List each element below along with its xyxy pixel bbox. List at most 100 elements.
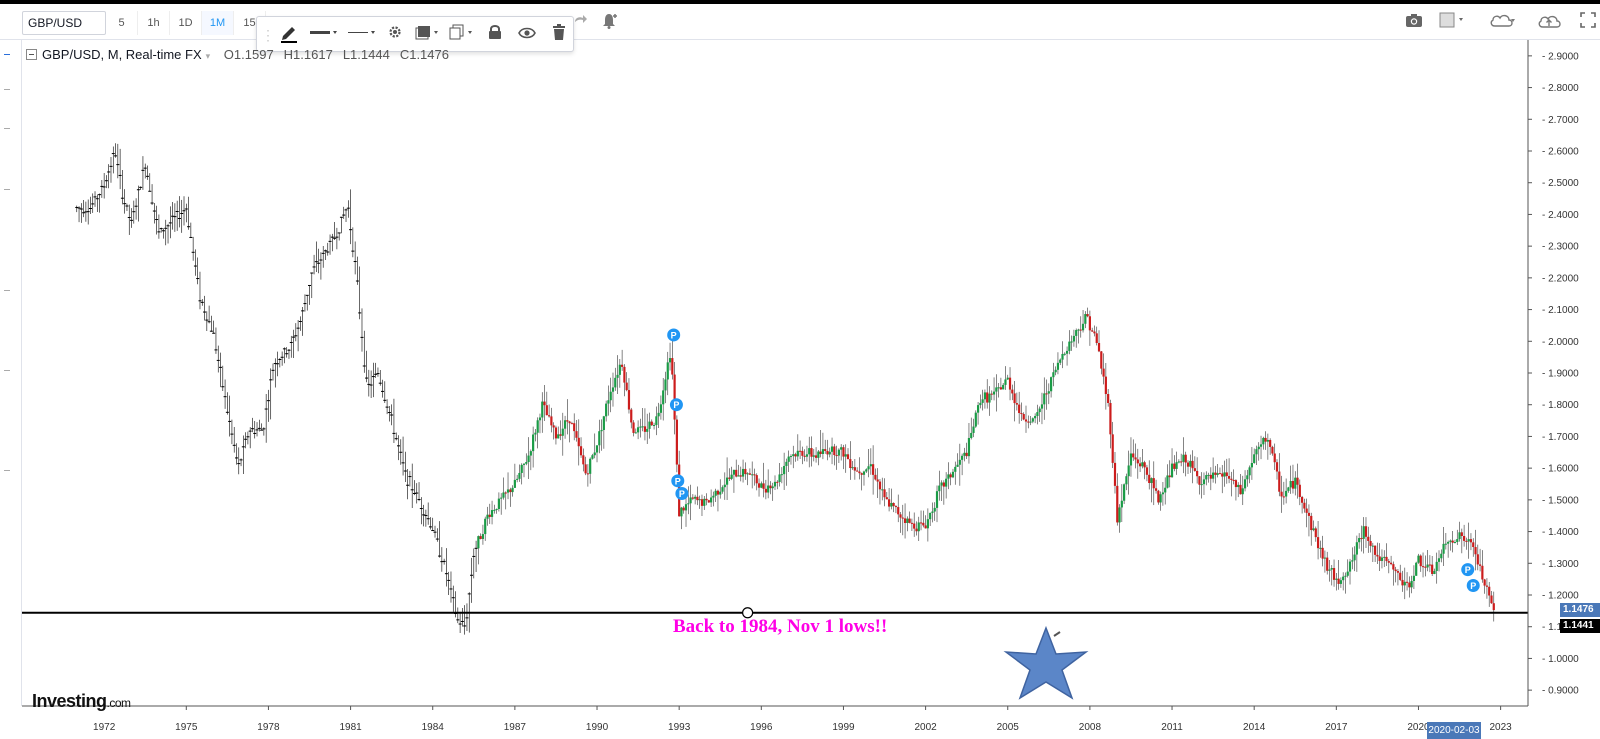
candle-body bbox=[1394, 569, 1397, 572]
candle-body bbox=[1079, 329, 1082, 331]
star-sticker-icon[interactable] bbox=[1000, 622, 1092, 704]
event-marker-icon[interactable]: P bbox=[667, 328, 681, 342]
eye-icon[interactable] bbox=[513, 23, 541, 47]
event-marker-icon[interactable]: P bbox=[669, 398, 683, 412]
candle-body bbox=[1360, 538, 1363, 540]
candle-body bbox=[764, 488, 767, 493]
candle-body bbox=[899, 514, 902, 518]
candle-body bbox=[869, 464, 872, 467]
candle-body bbox=[970, 432, 973, 438]
event-marker-icon[interactable]: P bbox=[675, 487, 689, 501]
pencil-icon[interactable] bbox=[275, 23, 303, 47]
candle-body bbox=[1138, 463, 1142, 467]
candle-body bbox=[664, 379, 667, 391]
candle-body bbox=[972, 426, 975, 433]
drag-handle-icon[interactable]: ⋮ bbox=[261, 23, 275, 47]
candle-body bbox=[636, 427, 640, 433]
candle-body bbox=[1415, 562, 1418, 576]
candle-body bbox=[659, 404, 663, 413]
candle-body bbox=[680, 507, 683, 517]
lock-icon[interactable] bbox=[481, 23, 509, 47]
event-marker-icon[interactable]: P bbox=[1461, 563, 1475, 577]
candle-body bbox=[762, 483, 765, 489]
line-width-icon[interactable] bbox=[307, 23, 341, 47]
time-tick-label: 2008 bbox=[1079, 722, 1102, 733]
candle-body bbox=[557, 434, 560, 439]
event-marker-icon[interactable]: P bbox=[1466, 578, 1480, 592]
legend-close: C1.1476 bbox=[399, 47, 449, 62]
candle-body bbox=[956, 464, 959, 467]
candle-body bbox=[1011, 389, 1014, 394]
candle-body bbox=[1474, 547, 1477, 555]
legend-dropdown-icon[interactable]: ▾ bbox=[206, 51, 211, 61]
legend-title[interactable]: GBP/USD, M, Real-time FX bbox=[42, 47, 202, 62]
candle-body bbox=[641, 426, 644, 428]
candle-body bbox=[1303, 502, 1306, 509]
candle-body bbox=[1059, 359, 1062, 363]
candle-body bbox=[1022, 414, 1025, 420]
candle-body bbox=[876, 479, 879, 482]
candle-body bbox=[1018, 404, 1021, 414]
candle-body bbox=[481, 534, 485, 539]
candle-body bbox=[1123, 484, 1126, 501]
candle-body bbox=[979, 402, 982, 406]
candle-body bbox=[949, 474, 952, 478]
candle-body bbox=[1091, 330, 1094, 332]
chart-annotation-text[interactable]: Back to 1984, Nov 1 lows!! bbox=[673, 616, 887, 638]
candle-body bbox=[1447, 541, 1450, 544]
line-style-icon[interactable] bbox=[345, 23, 379, 47]
candle-body bbox=[1184, 454, 1187, 463]
candle-body bbox=[1243, 479, 1247, 489]
candle-body bbox=[1492, 603, 1495, 611]
candle-body bbox=[541, 401, 544, 418]
candle-body bbox=[486, 514, 489, 519]
candle-body bbox=[648, 421, 651, 429]
candle-body bbox=[799, 450, 802, 452]
candle-body bbox=[974, 412, 977, 427]
price-tick-label: - 1.0000 bbox=[1542, 654, 1579, 665]
time-axis[interactable] bbox=[0, 706, 1600, 739]
legend-collapse-icon[interactable] bbox=[26, 49, 37, 60]
trash-icon[interactable] bbox=[545, 23, 573, 47]
candle-body bbox=[1287, 487, 1290, 491]
candle-body bbox=[504, 492, 507, 494]
candle-body bbox=[828, 451, 831, 455]
candle-body bbox=[1029, 421, 1032, 423]
price-tick-label: - 2.9000 bbox=[1542, 51, 1579, 62]
candle-body bbox=[1346, 571, 1349, 576]
candle-body bbox=[760, 483, 763, 488]
candle-body bbox=[780, 474, 783, 476]
candle-body bbox=[1257, 446, 1260, 450]
candle-body bbox=[1488, 586, 1491, 596]
candle-body bbox=[1173, 463, 1176, 469]
candle-body bbox=[602, 416, 605, 430]
candle-body bbox=[623, 366, 626, 383]
candle-body bbox=[1442, 543, 1445, 554]
candle-body bbox=[1225, 472, 1228, 477]
candle-body bbox=[1193, 468, 1196, 471]
event-marker-icon[interactable]: P bbox=[671, 474, 685, 488]
price-tick-label: - 2.6000 bbox=[1542, 147, 1579, 158]
candle-body bbox=[1075, 330, 1078, 336]
svg-text:P: P bbox=[1465, 565, 1471, 575]
candle-body bbox=[582, 455, 585, 465]
candle-body bbox=[773, 481, 777, 487]
candle-body bbox=[666, 362, 669, 380]
candle-body bbox=[1216, 473, 1219, 475]
line-price-tag: 1.1441 bbox=[1560, 618, 1600, 633]
candle-body bbox=[1405, 581, 1409, 583]
clone-icon[interactable] bbox=[447, 23, 477, 47]
settings-icon[interactable] bbox=[381, 23, 409, 47]
candle-body bbox=[783, 465, 786, 475]
legend-ohlc: O1.1597 H1.1617 L1.1444 C1.1476 bbox=[224, 47, 459, 62]
candle-body bbox=[1421, 566, 1425, 568]
candle-body bbox=[1374, 545, 1377, 555]
layers-icon[interactable] bbox=[413, 23, 443, 47]
candle-body bbox=[1275, 462, 1279, 472]
time-tick-label: 2017 bbox=[1325, 722, 1348, 733]
candle-body bbox=[819, 451, 822, 454]
candle-body bbox=[543, 401, 546, 406]
candle-body bbox=[1157, 490, 1160, 503]
candle-body bbox=[618, 364, 621, 375]
candle-body bbox=[1020, 413, 1023, 415]
